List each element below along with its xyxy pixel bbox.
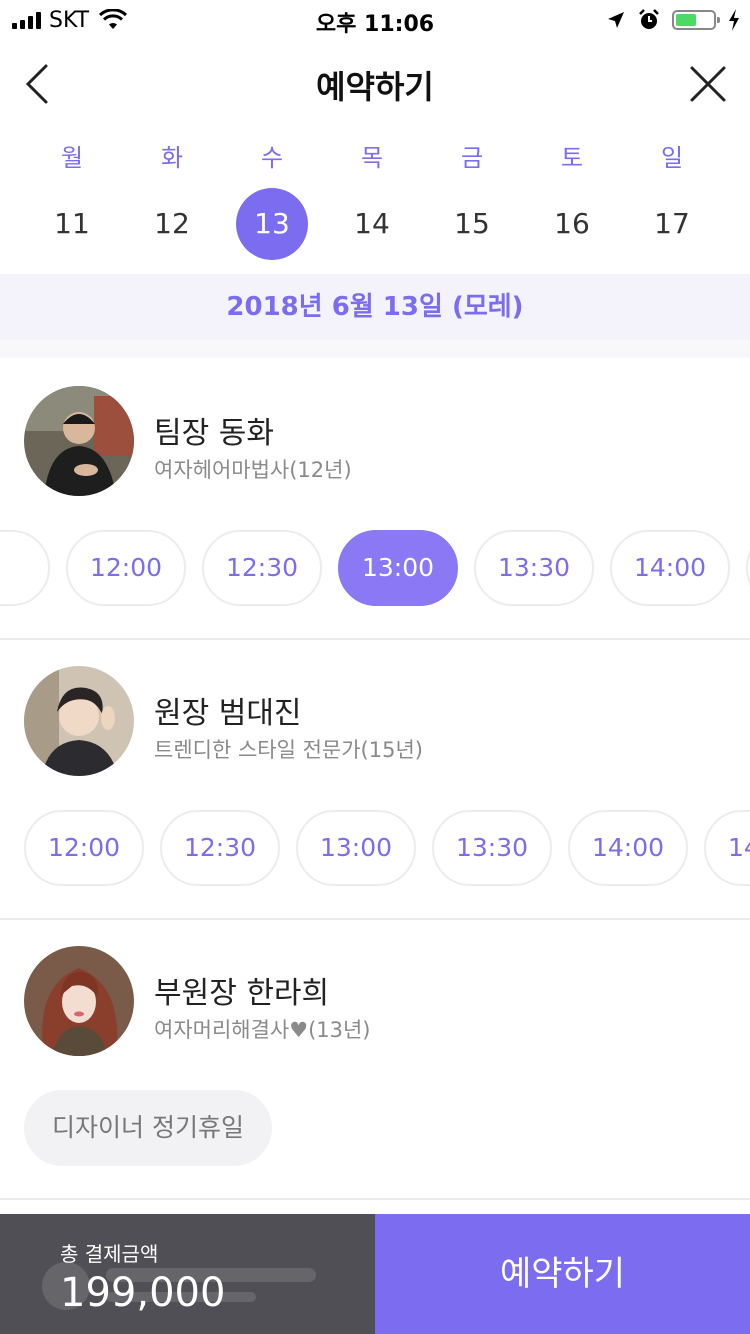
- day-button[interactable]: 15: [436, 188, 508, 260]
- time-slot[interactable]: 14:30: [704, 810, 750, 886]
- designer-card: 팀장 동화 여자헤어마법사(12년) 12:00 12:30 13:00 13:…: [0, 358, 750, 640]
- selected-date-banner: 2018년 6월 13일 (모레): [0, 274, 750, 340]
- total-label: 총 결제금액: [60, 1242, 159, 1266]
- time-slot-row: 12:00 12:30 13:00 13:30 14:00 14:30: [0, 810, 750, 886]
- designer-card: 부원장 한라희 여자머리해결사♥(13년) 디자이너 정기휴일: [0, 918, 750, 1200]
- designer-holiday-badge: 디자이너 정기휴일: [24, 1090, 272, 1166]
- weekday-label: 금: [460, 144, 484, 172]
- charging-bolt-icon: [729, 9, 739, 31]
- day-button[interactable]: 13: [236, 188, 308, 260]
- avatar[interactable]: [24, 946, 134, 1056]
- close-button[interactable]: [686, 62, 730, 106]
- nav-bar: 예약하기: [0, 40, 750, 128]
- time-slot[interactable]: 13:00: [296, 810, 416, 886]
- location-arrow-icon: [608, 12, 624, 28]
- time-slot[interactable]: 14:00: [568, 810, 688, 886]
- bottom-bar: 총 결제금액 199,000 예약하기: [0, 1214, 750, 1334]
- weekday-label: 수: [260, 144, 284, 172]
- time-slot[interactable]: 12:30: [202, 530, 322, 606]
- day-button[interactable]: 16: [536, 188, 608, 260]
- weekday-label: 목: [360, 144, 384, 172]
- time-slot[interactable]: 12:00: [24, 810, 144, 886]
- weekday-label: 화: [160, 144, 184, 172]
- designer-description: 여자머리해결사♥(13년): [154, 1018, 371, 1042]
- total-amount: 199,000: [60, 1270, 226, 1316]
- avatar[interactable]: [24, 386, 134, 496]
- avatar[interactable]: [24, 666, 134, 776]
- weekday-label: 월: [60, 144, 84, 172]
- page-title: 예약하기: [316, 68, 434, 106]
- time-slot-partial[interactable]: [746, 530, 750, 606]
- weekday-label: 토: [560, 144, 584, 172]
- time-slot[interactable]: 12:30: [160, 810, 280, 886]
- time-slot-partial[interactable]: [0, 530, 50, 606]
- status-bar: SKT 오후 11:06: [0, 0, 750, 40]
- designer-name: 부원장 한라희: [154, 976, 330, 1011]
- book-button[interactable]: 예약하기: [375, 1214, 750, 1334]
- battery-level: [676, 14, 696, 26]
- time-slot[interactable]: 13:00: [338, 530, 458, 606]
- section-divider: [0, 340, 750, 358]
- time-slot[interactable]: 13:30: [432, 810, 552, 886]
- day-button[interactable]: 12: [136, 188, 208, 260]
- designer-card: 원장 범대진 트렌디한 스타일 전문가(15년) 12:00 12:30 13:…: [0, 638, 750, 920]
- time-slot-row: 12:00 12:30 13:00 13:30 14:00: [0, 530, 750, 606]
- day-button[interactable]: 11: [36, 188, 108, 260]
- time-slot[interactable]: 12:00: [66, 530, 186, 606]
- close-icon: [690, 66, 726, 102]
- designer-name: 팀장 동화: [154, 416, 274, 451]
- week-calendar: 월 화 수 목 금 토 일 11 12 13 14 15 16 17: [0, 128, 750, 274]
- total-price-panel: 총 결제금액 199,000: [0, 1214, 375, 1334]
- day-button[interactable]: 14: [336, 188, 408, 260]
- weekday-label: 일: [660, 144, 684, 172]
- time-slot[interactable]: 13:30: [474, 530, 594, 606]
- designer-description: 여자헤어마법사(12년): [154, 458, 352, 482]
- battery-icon: [672, 10, 720, 30]
- designer-description: 트렌디한 스타일 전문가(15년): [154, 738, 423, 762]
- status-right: [606, 7, 740, 33]
- day-button[interactable]: 17: [636, 188, 708, 260]
- alarm-clock-icon: [639, 9, 659, 29]
- time-slot[interactable]: 14:00: [610, 530, 730, 606]
- designer-name: 원장 범대진: [154, 696, 302, 731]
